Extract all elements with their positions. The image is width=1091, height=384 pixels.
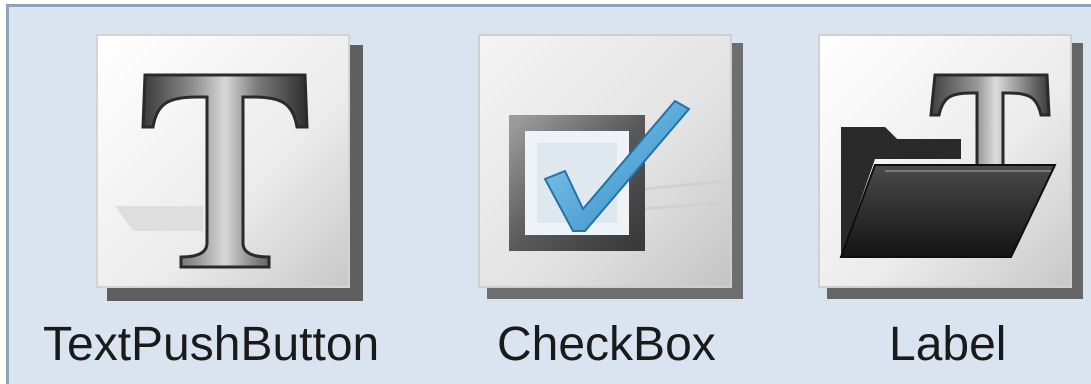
label-icon bbox=[818, 34, 1083, 299]
checkbox-icon bbox=[478, 34, 743, 299]
text-push-button-icon bbox=[96, 34, 363, 301]
palette-item-text-push-button[interactable]: TextPushButton bbox=[43, 31, 379, 369]
palette-item-label: TextPushButton bbox=[43, 318, 380, 371]
widget-palette: TextPushButton CheckBox Label bbox=[6, 4, 1091, 384]
palette-item-label: CheckBox bbox=[497, 318, 716, 371]
palette-item-label-widget[interactable]: Label bbox=[815, 31, 1085, 369]
palette-item-label: Label bbox=[889, 318, 1007, 371]
palette-item-checkbox[interactable]: CheckBox bbox=[475, 31, 745, 369]
